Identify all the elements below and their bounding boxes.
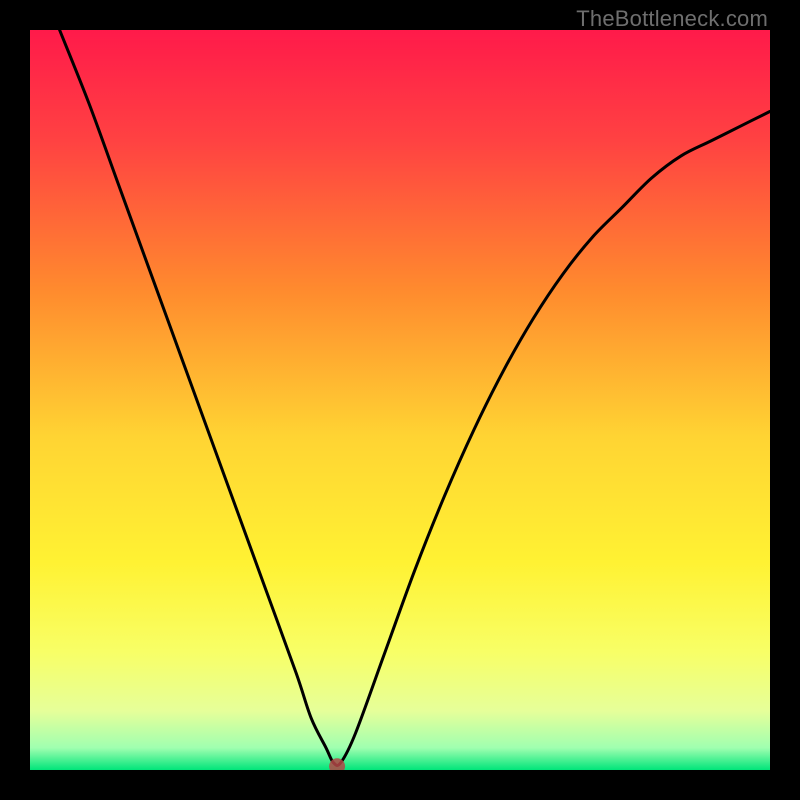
watermark-text: TheBottleneck.com	[576, 6, 768, 32]
bottleneck-curve	[30, 30, 770, 770]
chart-frame: TheBottleneck.com	[0, 0, 800, 800]
plot-area	[30, 30, 770, 770]
